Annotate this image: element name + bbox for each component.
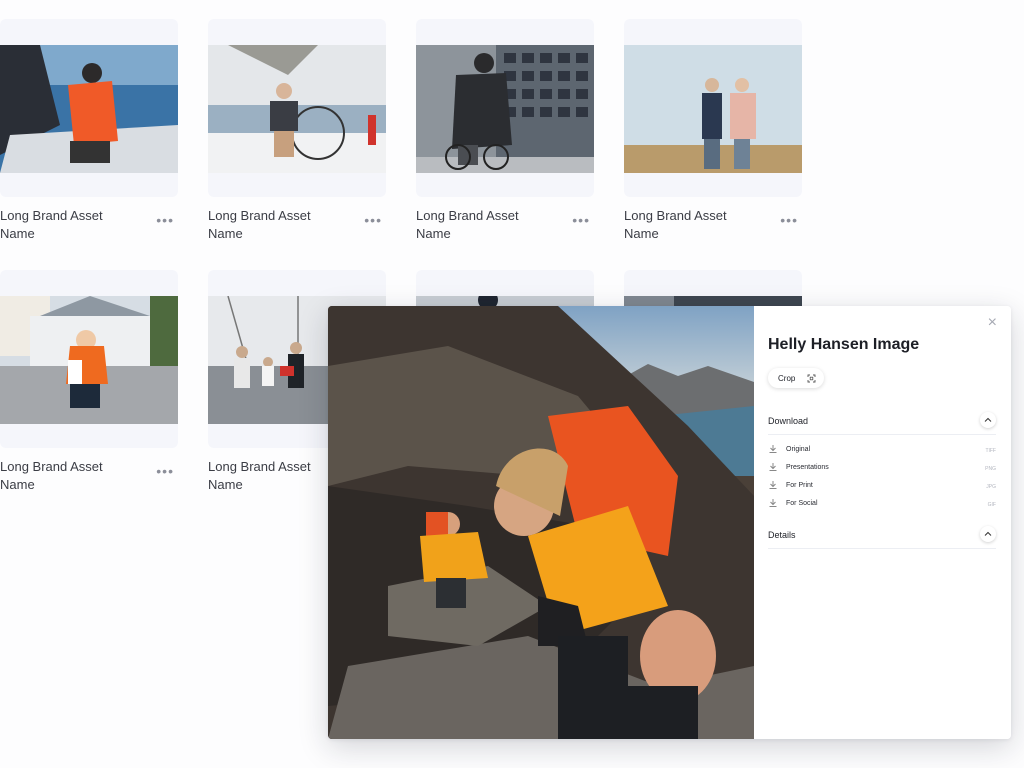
close-icon[interactable]: × bbox=[988, 314, 997, 332]
asset-thumbnail-image bbox=[0, 45, 178, 173]
download-option-for-social[interactable]: For Social GIF bbox=[768, 499, 996, 513]
asset-caption: Long Brand Asset Name bbox=[416, 208, 519, 241]
download-option-for-print[interactable]: For Print JPG bbox=[768, 481, 996, 495]
asset-caption: Long Brand Asset Name bbox=[624, 208, 727, 241]
asset-thumbnail-frame[interactable] bbox=[0, 19, 178, 197]
image-preview-modal: × Helly Hansen Image Crop Download Origi… bbox=[328, 306, 1011, 739]
asset-card[interactable]: Long Brand Asset Name ••• bbox=[416, 19, 594, 243]
asset-thumbnail-image bbox=[416, 45, 594, 173]
crop-icon bbox=[807, 374, 816, 383]
download-icon bbox=[768, 498, 778, 510]
asset-card[interactable]: Long Brand Asset Name ••• bbox=[0, 270, 178, 494]
download-option-label: For Social bbox=[786, 500, 818, 507]
asset-card[interactable]: Long Brand Asset Name ••• bbox=[0, 19, 178, 243]
more-options-icon[interactable]: ••• bbox=[572, 213, 590, 227]
asset-caption: Long Brand Asset Name bbox=[0, 459, 103, 492]
preview-photo bbox=[328, 306, 754, 739]
download-option-original[interactable]: Original TIFF bbox=[768, 445, 996, 459]
asset-thumbnail-frame[interactable] bbox=[416, 19, 594, 197]
download-section-header[interactable]: Download bbox=[768, 412, 996, 428]
download-format: JPG bbox=[986, 484, 996, 490]
asset-caption: Long Brand Asset Name bbox=[208, 459, 311, 492]
asset-caption: Long Brand Asset Name bbox=[208, 208, 311, 241]
divider bbox=[768, 548, 996, 549]
asset-details-panel: × Helly Hansen Image Crop Download Origi… bbox=[754, 306, 1011, 739]
asset-thumbnail-image bbox=[624, 45, 802, 173]
more-options-icon[interactable]: ••• bbox=[156, 464, 174, 478]
crop-button-label: Crop bbox=[778, 373, 796, 383]
asset-card[interactable]: Long Brand Asset Name ••• bbox=[208, 19, 386, 243]
download-icon bbox=[768, 444, 778, 456]
modal-title: Helly Hansen Image bbox=[768, 336, 920, 353]
more-options-icon[interactable]: ••• bbox=[156, 213, 174, 227]
download-format: PNG bbox=[985, 466, 996, 472]
download-option-label: Original bbox=[786, 446, 811, 453]
download-option-label: For Print bbox=[786, 482, 813, 489]
divider bbox=[768, 434, 996, 435]
chevron-up-icon[interactable] bbox=[980, 526, 996, 542]
more-options-icon[interactable]: ••• bbox=[364, 213, 382, 227]
asset-caption: Long Brand Asset Name bbox=[0, 208, 103, 241]
asset-thumbnail-frame[interactable] bbox=[624, 19, 802, 197]
crop-button[interactable]: Crop bbox=[768, 368, 824, 388]
download-icon bbox=[768, 480, 778, 492]
more-options-icon[interactable]: ••• bbox=[780, 213, 798, 227]
download-option-label: Presentations bbox=[786, 464, 829, 471]
asset-thumbnail-frame[interactable] bbox=[208, 19, 386, 197]
download-format: GIF bbox=[987, 502, 996, 508]
details-section-title: Details bbox=[768, 530, 796, 540]
asset-thumbnail-image bbox=[0, 296, 178, 424]
details-section-header[interactable]: Details bbox=[768, 526, 996, 542]
download-format: TIFF bbox=[985, 448, 996, 454]
download-icon bbox=[768, 462, 778, 474]
asset-thumbnail-frame[interactable] bbox=[0, 270, 178, 448]
chevron-up-icon[interactable] bbox=[980, 412, 996, 428]
asset-thumbnail-image bbox=[208, 45, 386, 173]
download-section-title: Download bbox=[768, 416, 809, 426]
asset-card[interactable]: Long Brand Asset Name ••• bbox=[624, 19, 802, 243]
download-option-presentations[interactable]: Presentations PNG bbox=[768, 463, 996, 477]
